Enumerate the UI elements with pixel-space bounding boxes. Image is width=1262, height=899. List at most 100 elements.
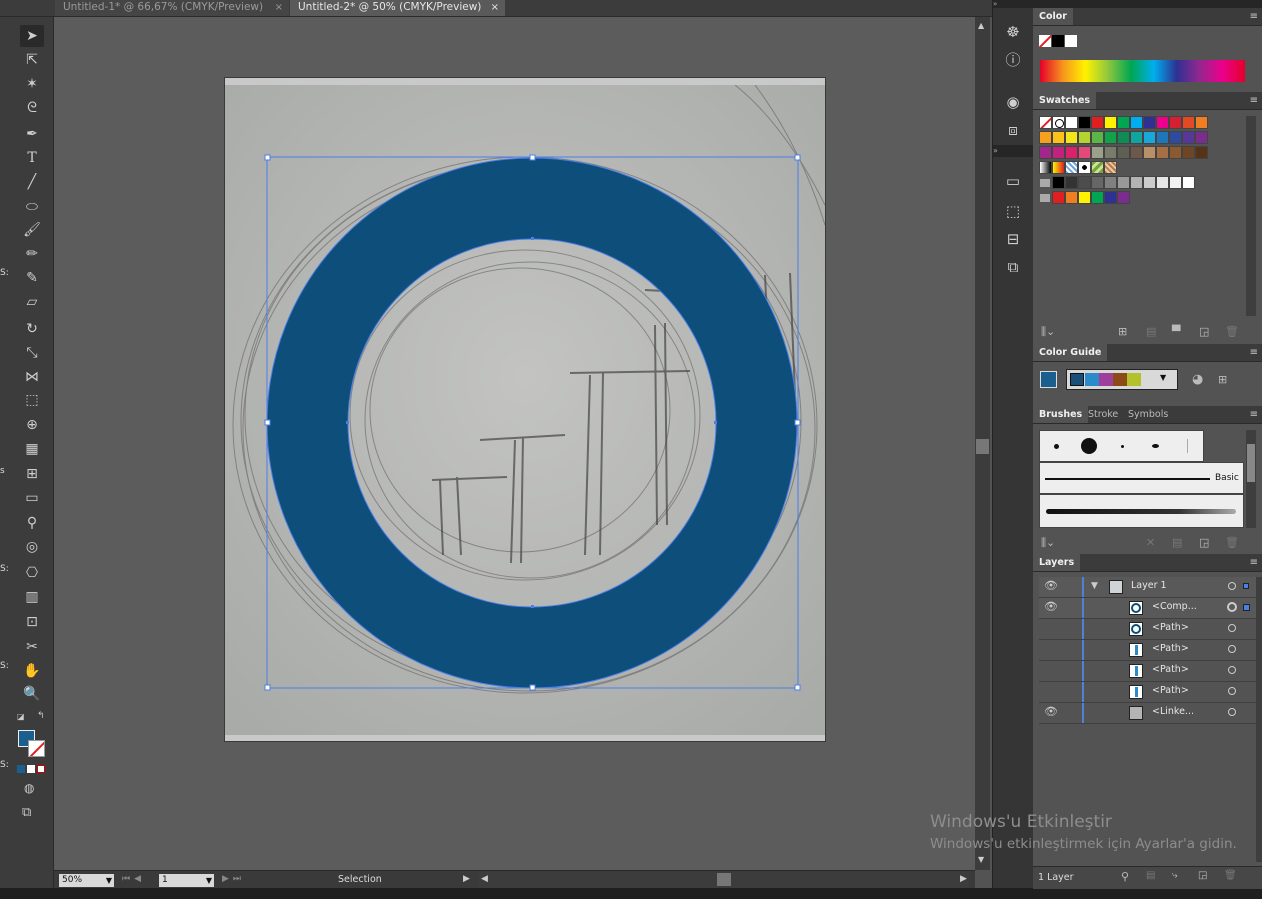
- swatches-panel-header[interactable]: Swatches ≡: [1033, 92, 1262, 110]
- swatch-options-icon[interactable]: ▤: [1146, 325, 1156, 338]
- swatch[interactable]: [1078, 131, 1091, 144]
- new-layer-icon[interactable]: ◲: [1198, 870, 1207, 881]
- mesh-tool-icon[interactable]: ⊞: [20, 463, 44, 485]
- scroll-thumb[interactable]: [976, 439, 989, 454]
- swatch[interactable]: [1169, 116, 1182, 129]
- swatch[interactable]: [1143, 131, 1156, 144]
- shape-builder-tool-icon[interactable]: ⊕: [20, 414, 44, 436]
- stroke-color-swatch[interactable]: [28, 740, 45, 757]
- swatch[interactable]: [1104, 146, 1117, 159]
- swatch[interactable]: [1195, 146, 1208, 159]
- target-icon[interactable]: [1228, 666, 1236, 674]
- target-icon[interactable]: [1227, 602, 1237, 612]
- swatch[interactable]: [1065, 176, 1078, 189]
- transform-icon[interactable]: ⬚: [1003, 201, 1023, 221]
- selection-indicator[interactable]: [1243, 604, 1250, 611]
- swatch[interactable]: [1143, 146, 1156, 159]
- swatch[interactable]: [1091, 146, 1104, 159]
- swatch[interactable]: [1169, 131, 1182, 144]
- swatch[interactable]: [1104, 131, 1117, 144]
- target-icon[interactable]: [1228, 645, 1236, 653]
- pathfinder-icon[interactable]: ⧉: [1003, 257, 1023, 277]
- layer-row[interactable]: 👁 <Comp...: [1039, 598, 1256, 619]
- brushes-panel-header[interactable]: Brushes Stroke Symbols ≡: [1033, 406, 1262, 424]
- remove-brush-stroke-icon[interactable]: ✕: [1146, 536, 1155, 549]
- dock-group-header[interactable]: »: [993, 145, 1033, 157]
- graphic-styles-icon[interactable]: ⧈: [1003, 120, 1023, 140]
- swatch[interactable]: [1169, 176, 1182, 189]
- layer-row[interactable]: 👁 ▼ Layer 1: [1039, 577, 1256, 598]
- swatch[interactable]: [1143, 116, 1156, 129]
- swatch[interactable]: [1104, 191, 1117, 204]
- swatch[interactable]: [1052, 176, 1065, 189]
- appearance-icon[interactable]: ◉: [1003, 92, 1023, 112]
- tab-symbols[interactable]: Symbols: [1122, 406, 1174, 423]
- swatch[interactable]: [1052, 161, 1065, 174]
- layer-row[interactable]: <Path>: [1039, 640, 1256, 661]
- color-spectrum-bar[interactable]: [1040, 60, 1245, 82]
- close-tab-icon[interactable]: ×: [491, 0, 499, 15]
- swatch[interactable]: [1052, 191, 1065, 204]
- swatch[interactable]: [1195, 116, 1208, 129]
- align-icon[interactable]: ⊟: [1003, 229, 1023, 249]
- artistic-brush-row[interactable]: [1039, 494, 1244, 528]
- tab-stroke[interactable]: Stroke: [1082, 406, 1124, 423]
- swatch[interactable]: [1078, 176, 1091, 189]
- scroll-right-icon[interactable]: ▶: [960, 874, 967, 884]
- delete-layer-icon[interactable]: 🗑: [1224, 870, 1237, 881]
- free-transform-tool-icon[interactable]: ⬚: [20, 389, 44, 411]
- swatch[interactable]: [1104, 176, 1117, 189]
- swatch-libraries-icon[interactable]: ⫼⌄: [1041, 325, 1055, 339]
- lasso-tool-icon[interactable]: ᘓ: [20, 97, 44, 119]
- swatch[interactable]: [1091, 161, 1104, 174]
- h-scroll-thumb[interactable]: [717, 873, 731, 886]
- document-tab[interactable]: Untitled-1* @ 66,67% (CMYK/Preview) ×: [55, 0, 289, 16]
- swap-colors-icon[interactable]: ↰: [37, 711, 45, 721]
- swatch[interactable]: [1195, 131, 1208, 144]
- artboard-tool-icon[interactable]: ⊡: [20, 611, 44, 633]
- eyedropper-tool-icon[interactable]: ⚲: [20, 512, 44, 534]
- locate-object-icon[interactable]: ⚲: [1121, 870, 1129, 883]
- swatch[interactable]: [1065, 146, 1078, 159]
- visibility-eye-icon[interactable]: 👁: [1044, 600, 1058, 613]
- navigator-icon[interactable]: ☸: [1003, 22, 1023, 42]
- swatch-kind-icon[interactable]: ⊞: [1118, 325, 1127, 338]
- scroll-left-icon[interactable]: ◀: [481, 874, 488, 884]
- layers-panel-header[interactable]: Layers ≡: [1033, 554, 1262, 572]
- swatch[interactable]: [1039, 116, 1052, 129]
- harmony-rules-dropdown[interactable]: ▼: [1066, 369, 1178, 390]
- swatch[interactable]: [1117, 176, 1130, 189]
- info-icon[interactable]: ⓘ: [1003, 50, 1023, 70]
- magic-wand-tool-icon[interactable]: ✶: [20, 73, 44, 95]
- zoom-tool-icon[interactable]: 🔍: [20, 683, 44, 705]
- type-tool-icon[interactable]: T: [20, 147, 44, 169]
- new-sublayer-icon[interactable]: ⤷: [1172, 870, 1178, 881]
- vertical-scrollbar[interactable]: ▲ ▼: [975, 17, 990, 870]
- delete-swatch-icon[interactable]: 🗑: [1225, 325, 1239, 338]
- brush-libraries-icon[interactable]: ⫼⌄: [1041, 536, 1055, 550]
- swatch[interactable]: [1039, 146, 1052, 159]
- layers-panel-title[interactable]: Layers: [1033, 554, 1081, 571]
- swatch[interactable]: [1078, 116, 1091, 129]
- eraser-tool-icon[interactable]: ▱: [20, 291, 44, 313]
- chevron-down-icon[interactable]: ▼: [1160, 373, 1166, 382]
- swatch[interactable]: [1104, 161, 1117, 174]
- basic-brush-row[interactable]: Basic: [1039, 462, 1244, 494]
- swatch[interactable]: [1156, 146, 1169, 159]
- swatches-panel-title[interactable]: Swatches: [1033, 92, 1097, 109]
- swatch[interactable]: [1052, 146, 1065, 159]
- swatch[interactable]: [1182, 176, 1195, 189]
- swatch[interactable]: [1091, 191, 1104, 204]
- artboard-nav-next-icons[interactable]: ▶⏭: [222, 874, 245, 884]
- swatch[interactable]: [1156, 116, 1169, 129]
- default-colors-icon[interactable]: ◪: [17, 712, 25, 721]
- color-guide-panel-title[interactable]: Color Guide: [1033, 344, 1108, 361]
- swatch[interactable]: [1052, 116, 1065, 129]
- artboard-number-field[interactable]: 1 ▼: [159, 874, 214, 887]
- color-guide-panel-header[interactable]: Color Guide ≡: [1033, 344, 1262, 362]
- swatch[interactable]: [1156, 131, 1169, 144]
- layers-scrollbar[interactable]: [1256, 577, 1262, 862]
- swatch[interactable]: [1104, 116, 1117, 129]
- swatch[interactable]: [1117, 116, 1130, 129]
- gradient-icon[interactable]: ▭: [1003, 171, 1023, 191]
